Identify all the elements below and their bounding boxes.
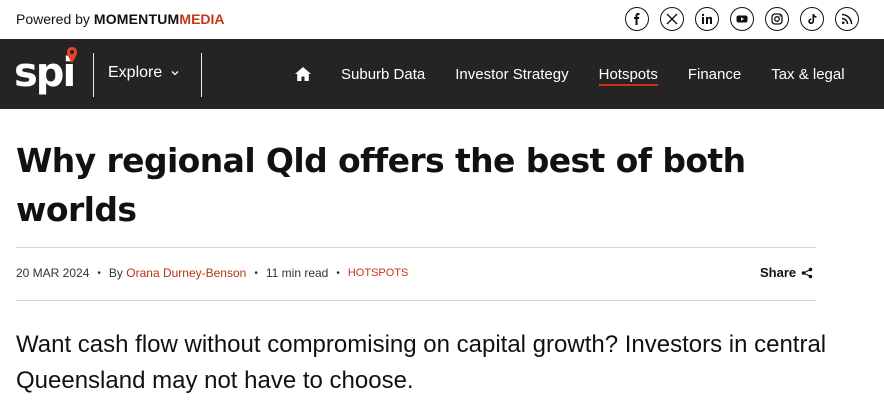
nav-divider	[201, 53, 202, 97]
explore-label: Explore	[108, 64, 163, 81]
chevron-down-icon	[171, 71, 179, 76]
nav-link-tax-legal[interactable]: Tax & legal	[771, 39, 844, 109]
home-icon	[295, 67, 311, 81]
main-nav: spi Explore Suburb Data Investor Strateg…	[0, 39, 884, 109]
brand-momentum: MOMENTUM	[93, 11, 180, 27]
share-label: Share	[760, 265, 797, 280]
article-lede: Want cash flow without compromising on c…	[16, 331, 827, 394]
nav-divider	[93, 53, 94, 97]
nav-links: Suburb Data Investor Strategy Hotspots F…	[294, 39, 845, 109]
nav-link-investor-strategy[interactable]: Investor Strategy	[455, 39, 568, 109]
nav-home[interactable]	[294, 39, 312, 109]
nav-link-finance[interactable]: Finance	[688, 39, 741, 109]
map-pin-icon	[67, 47, 77, 63]
nav-link-hotspots[interactable]: Hotspots	[598, 39, 659, 109]
share-button[interactable]: Share	[760, 265, 813, 280]
instagram-icon[interactable]	[765, 7, 789, 31]
spi-logo[interactable]: spi	[14, 47, 80, 99]
powered-prefix: Powered by	[16, 11, 90, 27]
linkedin-icon[interactable]	[695, 7, 719, 31]
meta-divider-bottom	[16, 300, 816, 301]
x-icon[interactable]	[660, 7, 684, 31]
separator-dot: •	[336, 267, 340, 279]
explore-menu[interactable]: Explore	[108, 64, 180, 82]
read-time: 11 min read	[265, 266, 329, 280]
share-icon	[801, 267, 813, 278]
separator-dot: •	[97, 267, 101, 279]
youtube-icon[interactable]	[730, 7, 754, 31]
social-links	[625, 7, 859, 31]
brand-media: MEDIA	[179, 11, 225, 27]
top-bar: Powered by MOMENTUMMEDIA	[0, 0, 884, 39]
powered-by[interactable]: Powered by MOMENTUMMEDIA	[16, 11, 225, 27]
publish-date: 20 MAR 2024	[16, 266, 90, 280]
nav-link-suburb-data[interactable]: Suburb Data	[341, 39, 425, 109]
rss-icon[interactable]	[835, 7, 859, 31]
article-title: Why regional Qld offers the best of both…	[16, 141, 746, 229]
category-tag[interactable]: HOTSPOTS	[348, 267, 409, 279]
facebook-icon[interactable]	[625, 7, 649, 31]
article-meta: 20 MAR 2024 • By Orana Durney-Benson • 1…	[16, 266, 408, 280]
meta-divider-top	[16, 247, 816, 248]
byline-prefix: By	[108, 266, 123, 280]
tiktok-icon[interactable]	[800, 7, 824, 31]
separator-dot: •	[254, 267, 258, 279]
author-link[interactable]: Orana Durney-Benson	[126, 266, 246, 280]
